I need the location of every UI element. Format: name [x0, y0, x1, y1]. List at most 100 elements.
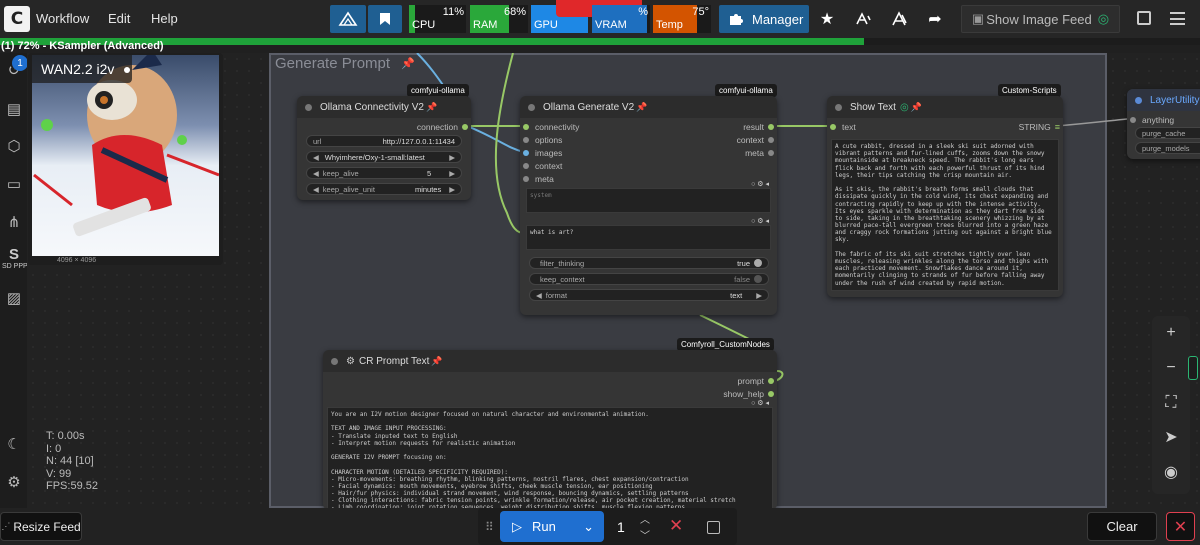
share-button[interactable]: ➦: [919, 5, 951, 33]
hamburger-menu-icon[interactable]: [1170, 12, 1185, 25]
output-port[interactable]: [768, 391, 774, 397]
manager-button[interactable]: Manager: [719, 5, 809, 33]
text-tools-icons[interactable]: ○ ⚙ ◂: [751, 180, 769, 188]
output-grid-port-icon[interactable]: ≡: [1055, 122, 1060, 132]
sdppp-button[interactable]: [330, 5, 366, 33]
system-textarea[interactable]: system: [526, 188, 771, 213]
comfy-logo-icon[interactable]: C: [4, 6, 30, 32]
fit-view-icon[interactable]: ⛶: [1162, 394, 1180, 412]
format-widget[interactable]: ◀ format text ▶: [529, 289, 769, 301]
output-meta[interactable]: meta: [745, 148, 774, 158]
drag-handle-icon[interactable]: ⠿: [485, 520, 494, 534]
input-port[interactable]: [1130, 117, 1136, 123]
gallery-icon[interactable]: ▨: [5, 289, 23, 307]
image-feed-panel[interactable]: WAN2.2 i2v 4096 × 4096: [28, 53, 223, 265]
input-port[interactable]: [523, 150, 529, 156]
cancel-x-icon[interactable]: ✕: [669, 516, 683, 536]
node-show-text[interactable]: Show Text ◎ 📌 text STRING ≡ A cute rabbit…: [827, 96, 1063, 297]
clear-button[interactable]: Clear: [1087, 512, 1157, 541]
increment-chevron-icon[interactable]: ︿: [640, 511, 650, 526]
input-context[interactable]: context: [523, 161, 562, 171]
output-port[interactable]: [768, 124, 774, 130]
output-show-help[interactable]: show_help: [723, 389, 774, 399]
select-pointer-icon[interactable]: ➤: [1162, 428, 1180, 446]
resize-feed-button[interactable]: ⋰ Resize Feed: [0, 512, 82, 541]
close-feed-button[interactable]: ✕: [1166, 512, 1195, 541]
arrow-right-icon[interactable]: ▶: [756, 291, 762, 300]
node-title-bar[interactable]: Show Text ◎ 📌: [827, 96, 1063, 118]
settings-gear-icon[interactable]: ⚙: [5, 473, 23, 491]
text-tools-icons[interactable]: ○ ⚙ ◂: [751, 217, 769, 225]
workflows-folder-icon[interactable]: ▭: [5, 175, 23, 193]
keep-context-toggle[interactable]: keep_context false: [529, 273, 769, 285]
arrow-left-icon[interactable]: ◀: [313, 153, 319, 162]
input-port[interactable]: [523, 163, 529, 169]
filter-thinking-toggle[interactable]: filter_thinking true: [529, 257, 769, 269]
collapse-dot[interactable]: [835, 103, 842, 111]
collapse-dot[interactable]: [331, 357, 338, 365]
text-tools-icons[interactable]: ○ ⚙ ◂: [751, 399, 769, 407]
keep-alive-widget[interactable]: ◀ keep_alive 5 ▶: [306, 167, 462, 179]
theme-moon-icon[interactable]: ☾: [5, 435, 23, 453]
batch-count-value[interactable]: 1: [617, 519, 625, 535]
panel-toggle-icon[interactable]: [1137, 11, 1151, 25]
menu-help[interactable]: Help: [151, 11, 178, 26]
output-port[interactable]: [768, 150, 774, 156]
node-ollama-generate[interactable]: Ollama Generate V2 📌 connectivity option…: [520, 96, 777, 315]
decrement-chevron-icon[interactable]: ﹀: [640, 527, 650, 542]
node-cr-prompt-text[interactable]: ⚙ CR Prompt Text 📌 prompt show_help ○ ⚙ …: [323, 350, 777, 508]
stop-square-icon[interactable]: [707, 521, 720, 534]
favorites-button[interactable]: ★: [811, 5, 843, 33]
node-layer-utility[interactable]: LayerUtility: F anything purge_cache pur…: [1127, 89, 1200, 159]
node-title-bar[interactable]: LayerUtility: F: [1127, 89, 1200, 111]
node-title-bar[interactable]: ⚙ CR Prompt Text 📌: [323, 350, 777, 372]
bookmark-button[interactable]: [368, 5, 402, 33]
output-string[interactable]: STRING ≡: [1019, 122, 1060, 132]
zoom-out-icon[interactable]: −: [1162, 359, 1180, 377]
preview-image[interactable]: [32, 55, 219, 256]
input-text[interactable]: text: [830, 122, 856, 132]
node-library-icon[interactable]: ▤: [5, 100, 23, 118]
menu-workflow[interactable]: Workflow: [36, 11, 89, 26]
input-images[interactable]: images: [523, 148, 562, 158]
collapse-dot[interactable]: [528, 103, 535, 111]
run-button[interactable]: ▷ Run ⌄: [500, 511, 604, 542]
visibility-eye-icon[interactable]: ◉: [1162, 463, 1180, 481]
node-ollama-connectivity[interactable]: Ollama Connectivity V2 📌 connection url …: [297, 96, 471, 200]
purge-cache-widget[interactable]: purge_cache: [1135, 127, 1200, 139]
sdppp-icon[interactable]: S SD PPP: [2, 246, 28, 270]
arrow-left-icon[interactable]: ◀: [536, 291, 542, 300]
model-library-icon[interactable]: ⬡: [5, 137, 23, 155]
purge-models-widget[interactable]: purge_models: [1135, 142, 1200, 154]
model-button-1[interactable]: [847, 5, 879, 33]
model-widget[interactable]: ◀ Whyimhere/Oxy-1-small:latest ▶: [306, 151, 462, 163]
input-port[interactable]: [523, 124, 529, 130]
output-context[interactable]: context: [737, 135, 774, 145]
node-title-bar[interactable]: Ollama Connectivity V2 📌: [297, 96, 471, 118]
zoom-in-icon[interactable]: +: [1162, 324, 1180, 342]
output-result[interactable]: result: [743, 122, 774, 132]
collapse-dot[interactable]: [305, 103, 312, 111]
keep-alive-unit-widget[interactable]: ◀ keep_alive_unit minutes ▶: [306, 183, 462, 195]
arrow-left-icon[interactable]: ◀: [313, 169, 319, 178]
input-meta[interactable]: meta: [523, 174, 554, 184]
arrow-right-icon[interactable]: ▶: [449, 185, 455, 194]
input-port[interactable]: [523, 176, 529, 182]
show-text-output[interactable]: A cute rabbit, dressed in a sleek ski su…: [831, 139, 1059, 291]
url-widget[interactable]: url http://127.0.0.1:11434: [306, 135, 462, 147]
show-image-feed-button[interactable]: ▣ Show Image Feed ◎: [961, 5, 1120, 33]
output-port[interactable]: [768, 378, 774, 384]
arrow-left-icon[interactable]: ◀: [313, 185, 319, 194]
output-prompt[interactable]: prompt: [738, 376, 774, 386]
arrow-right-icon[interactable]: ▶: [449, 169, 455, 178]
node-title-bar[interactable]: Ollama Generate V2 📌: [520, 96, 777, 118]
prompt-textarea[interactable]: what is art?: [526, 225, 771, 250]
run-dropdown-chevron-icon[interactable]: ⌄: [583, 519, 594, 535]
arrow-right-icon[interactable]: ▶: [449, 153, 455, 162]
input-options[interactable]: options: [523, 135, 562, 145]
templates-icon[interactable]: ⋔: [5, 213, 23, 231]
input-connectivity[interactable]: connectivity: [523, 122, 579, 132]
side-handle-icon[interactable]: [1188, 356, 1198, 380]
output-port[interactable]: [462, 124, 468, 130]
input-anything[interactable]: anything: [1130, 115, 1174, 125]
